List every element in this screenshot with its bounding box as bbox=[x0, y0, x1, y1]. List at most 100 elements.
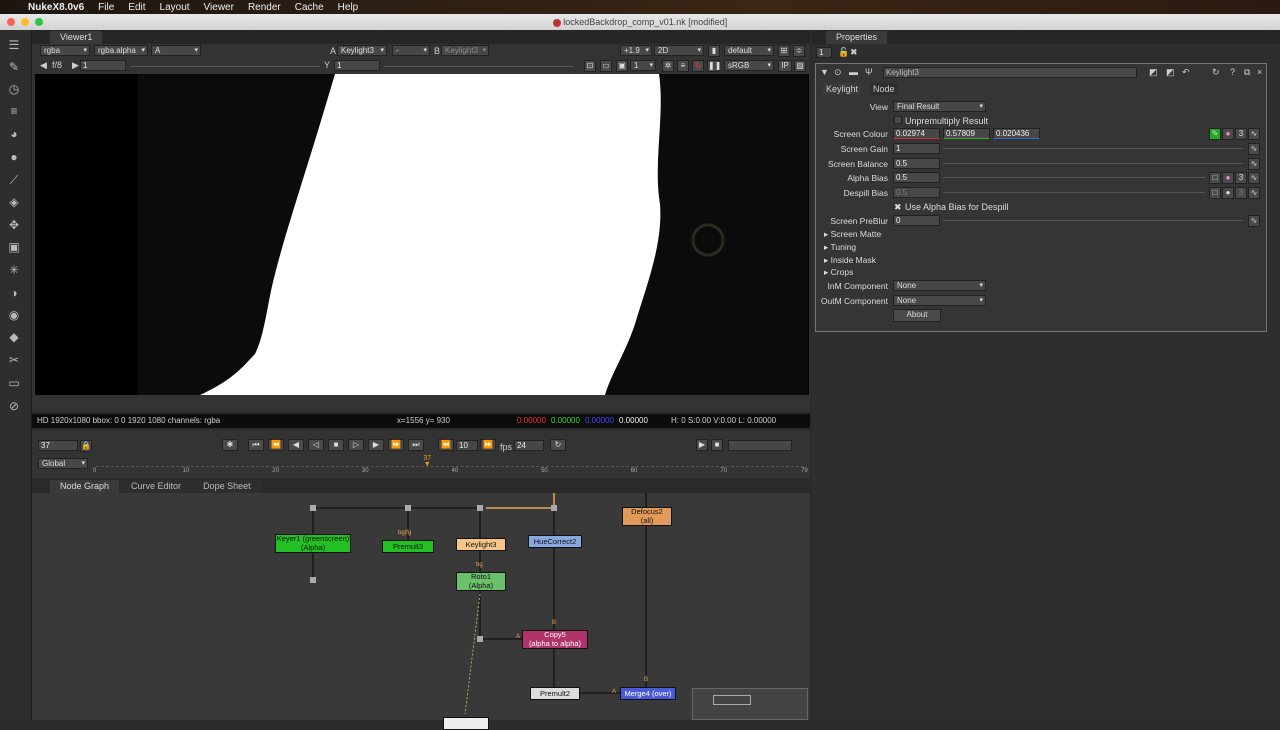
fstop-next-icon[interactable]: ▶ bbox=[72, 60, 79, 71]
viewer-canvas[interactable] bbox=[35, 74, 809, 395]
fstop-prev-icon[interactable]: ◀ bbox=[40, 60, 47, 71]
animation-icon[interactable]: ∿ bbox=[1248, 128, 1260, 140]
first-frame-button[interactable]: ⏮ bbox=[248, 439, 264, 451]
node-copy5[interactable]: Copy5 (alpha to alpha) bbox=[522, 630, 588, 649]
tab-keylight[interactable]: Keylight bbox=[823, 83, 862, 95]
time-icon[interactable]: ◷ bbox=[7, 82, 21, 96]
clear-panels-icon[interactable]: ✖ bbox=[850, 47, 858, 58]
color-wheel-icon[interactable]: ● bbox=[1222, 128, 1234, 140]
node-premult2[interactable]: Premult2 bbox=[530, 687, 580, 700]
flipbook-button[interactable]: ▶ bbox=[696, 439, 708, 451]
revert-icon[interactable]: ↶ bbox=[1182, 67, 1190, 78]
image-icon[interactable]: ☰ bbox=[7, 38, 21, 52]
menu-file[interactable]: File bbox=[98, 2, 114, 13]
gain-exposure-dropdown[interactable]: +1.9 bbox=[620, 45, 652, 56]
3d-icon[interactable]: ▣ bbox=[7, 240, 21, 254]
hatch-icon[interactable]: ▨ bbox=[794, 60, 806, 72]
color-wheel-icon[interactable]: ● bbox=[1222, 187, 1234, 199]
zoom-fit-icon[interactable]: ⊡ bbox=[584, 60, 596, 72]
gamma-slider[interactable] bbox=[384, 66, 574, 67]
draw-icon[interactable]: ✎ bbox=[7, 60, 21, 74]
timeline-slider[interactable]: 0 10 20 30 40 50 60 70 79 37 ▼ bbox=[93, 455, 808, 476]
unpremultiply-checkbox[interactable] bbox=[894, 116, 902, 124]
prev-frame-button[interactable]: ◀ bbox=[288, 439, 304, 451]
help-icon[interactable]: ? bbox=[1230, 67, 1235, 77]
loop-mode-button[interactable]: ↻ bbox=[550, 439, 566, 451]
animation-icon[interactable]: ∿ bbox=[1248, 143, 1260, 155]
menu-render[interactable]: Render bbox=[248, 2, 281, 13]
inm-component-dropdown[interactable]: None bbox=[893, 280, 986, 291]
color-wheel-icon[interactable]: ● bbox=[1222, 172, 1234, 184]
close-icon[interactable]: × bbox=[1257, 67, 1262, 77]
record-button[interactable]: ■ bbox=[711, 439, 723, 451]
despill-bias-slider[interactable] bbox=[943, 192, 1205, 193]
wipe-icon[interactable]: ≑ bbox=[793, 45, 805, 57]
swatch-icon[interactable]: □ bbox=[1209, 187, 1221, 199]
particles-icon[interactable]: ✳ bbox=[7, 263, 21, 277]
app-name[interactable]: NukeX8.0v6 bbox=[28, 2, 84, 13]
play-backward-button[interactable]: ◁ bbox=[308, 439, 324, 451]
gamma-field[interactable]: 1 bbox=[334, 60, 380, 71]
tab-properties[interactable]: Properties bbox=[826, 31, 888, 44]
pause-icon[interactable]: ❚❚ bbox=[707, 60, 721, 72]
blend-mode-dropdown[interactable]: - bbox=[392, 45, 430, 56]
skip-forward-button[interactable]: ⏩ bbox=[480, 439, 496, 451]
fstop-label[interactable]: f/8 bbox=[52, 60, 62, 70]
menu-layout[interactable]: Layout bbox=[160, 2, 190, 13]
node-merge4[interactable]: Merge4 (over) bbox=[620, 687, 676, 700]
outm-component-dropdown[interactable]: None bbox=[893, 295, 986, 306]
despill-bias-field[interactable]: 0.5 bbox=[893, 187, 940, 198]
merge-icon[interactable]: ◈ bbox=[7, 195, 21, 209]
float-icon[interactable]: ⧉ bbox=[1244, 67, 1250, 78]
swatch-icon[interactable]: □ bbox=[1209, 172, 1221, 184]
keyer-icon[interactable]: ⟋ bbox=[7, 173, 21, 187]
redo-icon[interactable]: ◩ bbox=[1166, 67, 1175, 78]
zoom-window-button[interactable] bbox=[35, 18, 43, 26]
node-defocus2[interactable]: Defocus2 (all) bbox=[622, 507, 672, 526]
play-forward-button[interactable]: ▷ bbox=[348, 439, 364, 451]
screen-preblur-slider[interactable] bbox=[943, 220, 1243, 221]
fps-field[interactable]: 24 bbox=[514, 440, 544, 451]
metadata-icon[interactable]: ◆ bbox=[7, 330, 21, 344]
views-icon[interactable]: ◉ bbox=[7, 308, 21, 322]
animation-icon[interactable]: ∿ bbox=[1248, 187, 1260, 199]
screen-colour-r[interactable]: 0.02974 bbox=[893, 128, 940, 139]
undo-icon[interactable]: ◩ bbox=[1149, 67, 1158, 78]
render-region-icon[interactable]: ✲ bbox=[662, 60, 674, 72]
max-panels-field[interactable]: 1 bbox=[816, 47, 832, 58]
animation-icon[interactable]: ∿ bbox=[1248, 172, 1260, 184]
screen-balance-field[interactable]: 0.5 bbox=[893, 158, 940, 169]
channel-count-button[interactable]: 3 bbox=[1235, 128, 1247, 140]
playback-range-field[interactable] bbox=[728, 440, 792, 451]
stripes-icon[interactable]: ≡ bbox=[677, 60, 689, 72]
skip-back-button[interactable]: ⏪ bbox=[438, 439, 454, 451]
input-a-dropdown[interactable]: Keylight3 bbox=[337, 45, 387, 56]
stop-button[interactable]: ■ bbox=[328, 439, 344, 451]
last-frame-button[interactable]: ⏭ bbox=[408, 439, 424, 451]
color-picker-icon[interactable]: ✎ bbox=[1209, 128, 1221, 140]
node-write[interactable] bbox=[443, 717, 489, 730]
transform-icon[interactable]: ✥ bbox=[7, 218, 21, 232]
prev-keyframe-button[interactable]: ⏪ bbox=[268, 439, 284, 451]
section-crops[interactable]: ▸ Crops bbox=[824, 267, 853, 278]
filter-icon[interactable]: ● bbox=[7, 150, 21, 164]
channel-count-button[interactable]: 3 bbox=[1235, 187, 1247, 199]
gain-slider[interactable] bbox=[130, 66, 320, 67]
menu-help[interactable]: Help bbox=[338, 2, 359, 13]
input-process-button[interactable]: IP bbox=[778, 60, 792, 72]
channels-dropdown[interactable]: rgba bbox=[40, 45, 90, 56]
node-premult3[interactable]: Premult3 bbox=[382, 540, 434, 553]
node-keylight3[interactable]: Keylight3 bbox=[456, 538, 506, 551]
color-icon[interactable]: ◕ bbox=[7, 127, 21, 141]
screen-colour-g[interactable]: 0.57809 bbox=[943, 128, 990, 139]
animation-icon[interactable]: ∿ bbox=[1248, 215, 1260, 227]
frame-range-icon[interactable]: ✱ bbox=[222, 439, 238, 451]
node-graph-minimap[interactable] bbox=[692, 688, 808, 720]
screen-gain-field[interactable]: 1 bbox=[893, 143, 940, 154]
proxy-icon[interactable]: ▣ bbox=[616, 60, 628, 72]
tab-viewer1[interactable]: Viewer1 bbox=[50, 31, 103, 44]
collapse-icon[interactable]: ▼ bbox=[820, 67, 829, 77]
wrench-icon[interactable]: Ψ bbox=[865, 67, 873, 77]
viewer-icon[interactable]: ⊙ bbox=[834, 67, 842, 78]
other-icon[interactable]: ✂ bbox=[7, 353, 21, 367]
